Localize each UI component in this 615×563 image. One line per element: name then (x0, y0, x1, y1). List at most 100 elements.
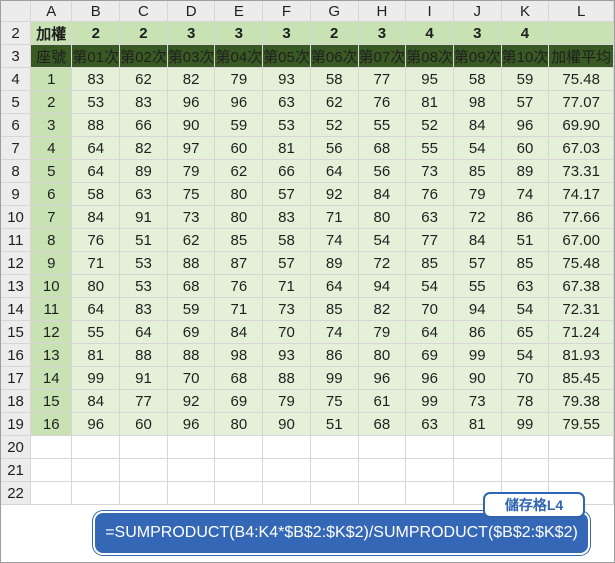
weight-cell[interactable]: 3 (453, 21, 502, 45)
row-header[interactable]: 18 (1, 389, 32, 413)
score-cell[interactable]: 88 (167, 343, 216, 367)
score-cell[interactable]: 60 (214, 136, 264, 160)
empty-cell[interactable] (453, 458, 502, 482)
header-cell[interactable]: 第05次 (262, 44, 311, 68)
empty-cell[interactable] (30, 435, 73, 459)
weighted-average-cell[interactable]: 77.66 (548, 205, 614, 229)
empty-cell[interactable] (214, 435, 264, 459)
score-cell[interactable]: 88 (167, 251, 216, 275)
weighted-average-cell[interactable]: 69.90 (548, 113, 614, 137)
score-cell[interactable]: 66 (262, 159, 311, 183)
score-cell[interactable]: 64 (71, 297, 121, 321)
empty-cell[interactable] (405, 435, 454, 459)
score-cell[interactable]: 80 (214, 182, 264, 206)
empty-cell[interactable] (358, 435, 407, 459)
score-cell[interactable]: 69 (167, 320, 216, 344)
column-header-e[interactable]: E (214, 1, 264, 22)
weighted-average-cell[interactable]: 75.48 (548, 67, 614, 91)
weighted-average-cell[interactable]: 67.00 (548, 228, 614, 252)
weighted-average-cell[interactable]: 79.38 (548, 389, 614, 413)
score-cell[interactable]: 60 (501, 136, 550, 160)
empty-cell[interactable] (167, 458, 216, 482)
score-cell[interactable]: 59 (214, 113, 264, 137)
score-cell[interactable]: 96 (358, 366, 407, 390)
row-header[interactable]: 15 (1, 320, 32, 344)
score-cell[interactable]: 83 (119, 297, 168, 321)
row-header[interactable]: 16 (1, 343, 32, 367)
weight-cell-empty[interactable] (548, 21, 614, 45)
score-cell[interactable]: 76 (71, 228, 121, 252)
score-cell[interactable]: 73 (453, 389, 502, 413)
score-cell[interactable]: 94 (358, 274, 407, 298)
row-header[interactable]: 19 (1, 412, 32, 436)
weight-cell[interactable]: 3 (262, 21, 311, 45)
score-cell[interactable]: 65 (501, 320, 550, 344)
score-cell[interactable]: 99 (71, 366, 121, 390)
score-cell[interactable]: 90 (453, 366, 502, 390)
score-cell[interactable]: 94 (453, 297, 502, 321)
empty-cell[interactable] (167, 435, 216, 459)
score-cell[interactable]: 98 (214, 343, 264, 367)
score-cell[interactable]: 85 (453, 159, 502, 183)
empty-cell[interactable] (71, 435, 121, 459)
weighted-average-cell[interactable]: 73.31 (548, 159, 614, 183)
score-cell[interactable]: 70 (262, 320, 311, 344)
score-cell[interactable]: 99 (501, 412, 550, 436)
score-cell[interactable]: 90 (167, 113, 216, 137)
score-cell[interactable]: 69 (405, 343, 454, 367)
score-cell[interactable]: 51 (501, 228, 550, 252)
score-cell[interactable]: 63 (405, 412, 454, 436)
score-cell[interactable]: 71 (262, 274, 311, 298)
header-cell[interactable]: 第03次 (167, 44, 216, 68)
column-header-b[interactable]: B (71, 1, 121, 22)
score-cell[interactable]: 84 (453, 113, 502, 137)
score-cell[interactable]: 51 (310, 412, 359, 436)
header-cell[interactable]: 第01次 (71, 44, 121, 68)
score-cell[interactable]: 63 (501, 274, 550, 298)
score-cell[interactable]: 62 (310, 90, 359, 114)
weighted-average-cell[interactable]: 77.07 (548, 90, 614, 114)
column-header-d[interactable]: D (167, 1, 216, 22)
row-header[interactable]: 12 (1, 251, 32, 275)
score-cell[interactable]: 80 (71, 274, 121, 298)
row-header[interactable]: 13 (1, 274, 32, 298)
score-cell[interactable]: 84 (71, 205, 121, 229)
score-cell[interactable]: 98 (453, 90, 502, 114)
weighted-average-cell[interactable]: 71.24 (548, 320, 614, 344)
weight-cell[interactable]: 2 (71, 21, 121, 45)
score-cell[interactable]: 74 (501, 182, 550, 206)
score-cell[interactable]: 70 (167, 366, 216, 390)
empty-cell[interactable] (71, 458, 121, 482)
score-cell[interactable]: 54 (453, 136, 502, 160)
score-cell[interactable]: 62 (167, 228, 216, 252)
score-cell[interactable]: 53 (262, 113, 311, 137)
score-cell[interactable]: 84 (71, 389, 121, 413)
weighted-average-cell[interactable]: 81.93 (548, 343, 614, 367)
weight-label-cell[interactable]: 加權 (30, 21, 73, 45)
row-header[interactable]: 17 (1, 366, 32, 390)
score-cell[interactable]: 84 (453, 228, 502, 252)
seat-number-cell[interactable]: 2 (30, 90, 73, 114)
row-header[interactable]: 20 (1, 435, 32, 459)
score-cell[interactable]: 64 (310, 159, 359, 183)
score-cell[interactable]: 74 (310, 320, 359, 344)
score-cell[interactable]: 60 (119, 412, 168, 436)
score-cell[interactable]: 68 (358, 412, 407, 436)
empty-cell[interactable] (30, 481, 73, 505)
header-cell[interactable]: 第09次 (453, 44, 502, 68)
score-cell[interactable]: 82 (358, 297, 407, 321)
column-header-f[interactable]: F (262, 1, 311, 22)
score-cell[interactable]: 71 (71, 251, 121, 275)
score-cell[interactable]: 58 (310, 67, 359, 91)
row-header[interactable]: 5 (1, 90, 32, 114)
empty-cell[interactable] (358, 458, 407, 482)
score-cell[interactable]: 56 (310, 136, 359, 160)
score-cell[interactable]: 93 (262, 343, 311, 367)
score-cell[interactable]: 84 (214, 320, 264, 344)
empty-cell[interactable] (119, 435, 168, 459)
score-cell[interactable]: 79 (214, 67, 264, 91)
weighted-average-cell[interactable]: 74.17 (548, 182, 614, 206)
score-cell[interactable]: 88 (71, 113, 121, 137)
score-cell[interactable]: 73 (405, 159, 454, 183)
empty-cell[interactable] (453, 435, 502, 459)
